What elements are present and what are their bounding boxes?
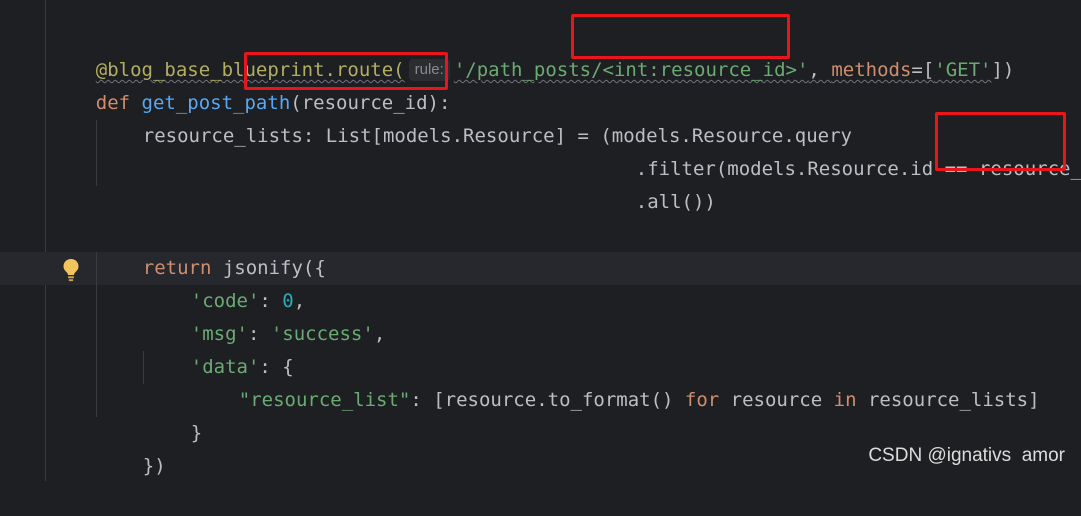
get-method-string: 'GET' <box>934 59 992 81</box>
code-line-12[interactable]: }) <box>97 417 166 477</box>
in-keyword: in <box>833 389 857 411</box>
equals-token: =[ <box>911 59 935 81</box>
close-paren-token: ]) <box>991 59 1015 81</box>
code-editor[interactable]: @blog_base_blueprint.route(rule: '/path_p… <box>46 0 1081 481</box>
code-line-8[interactable]: 'msg': 'success', <box>145 285 386 345</box>
route-path-string: '/path_posts/<int:resource_id>' <box>453 59 809 81</box>
all-call: .all()) <box>635 191 716 213</box>
methods-kwarg: methods <box>831 59 912 81</box>
comma-token: , <box>808 59 832 81</box>
lightbulb-icon[interactable] <box>62 258 80 282</box>
close-jsonify-token: }) <box>142 455 166 477</box>
list-comprehension-start: : [resource.to_format() <box>410 389 685 411</box>
editor-gutter <box>0 0 46 481</box>
loop-variable: resource <box>719 389 834 411</box>
code-line-7[interactable]: 'code': 0, <box>145 252 305 312</box>
code-line-5[interactable]: .all()) <box>590 153 716 213</box>
code-line-3[interactable]: resource_lists: List[models.Resource] = … <box>97 87 852 147</box>
code-line-9[interactable]: 'data': { <box>145 318 294 378</box>
resource-list-key: "resource_list" <box>238 389 411 411</box>
indent-guide <box>143 351 144 384</box>
code-line-6[interactable]: return jsonify({ <box>97 219 326 279</box>
for-keyword: for <box>684 389 720 411</box>
highlight-box-function-args <box>244 52 448 90</box>
code-line-10[interactable]: "resource_list": [resource.to_format() f… <box>193 351 1040 411</box>
iterable-token: resource_lists] <box>856 389 1040 411</box>
code-line-1[interactable]: @blog_base_blueprint.route(rule: '/path_p… <box>50 21 1014 81</box>
highlight-box-filter-arg <box>935 112 1066 171</box>
csdn-watermark: CSDN @ignativs amor <box>868 445 1065 466</box>
comma-token: , <box>373 323 386 345</box>
close-brace-token: } <box>190 422 203 444</box>
code-line-11[interactable]: } <box>145 384 202 444</box>
highlight-box-route-param <box>571 14 790 59</box>
